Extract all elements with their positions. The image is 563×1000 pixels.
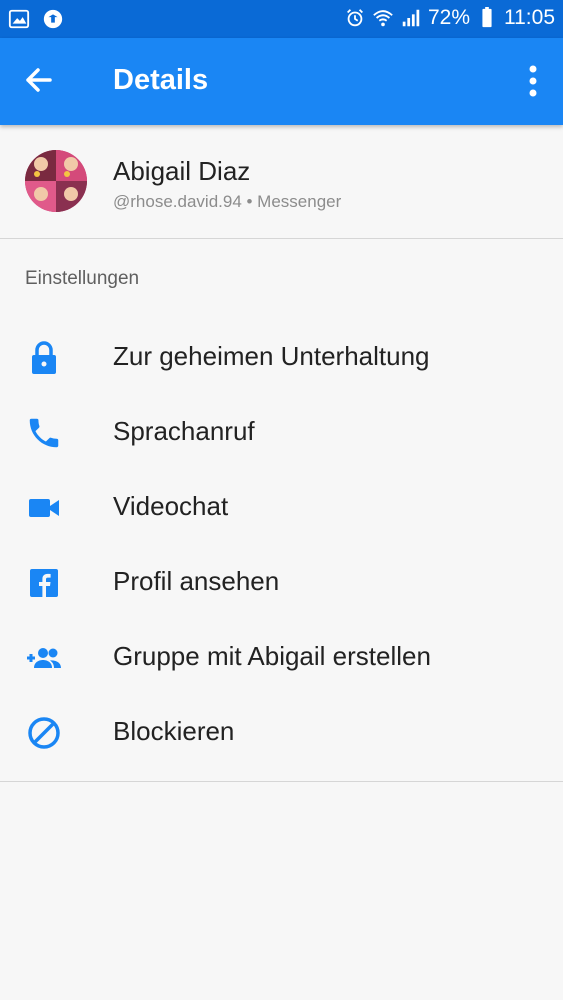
menu-item-label: Sprachanruf bbox=[113, 416, 255, 446]
add-group-icon bbox=[27, 648, 61, 668]
video-camera-icon bbox=[29, 499, 59, 517]
signal-icon bbox=[402, 9, 420, 27]
battery-icon bbox=[482, 7, 492, 28]
menu-item-label: Videochat bbox=[113, 491, 229, 521]
page-title: Details bbox=[113, 64, 209, 96]
phone-icon bbox=[29, 418, 59, 448]
wifi-icon bbox=[373, 10, 393, 27]
status-bar: 72% 11:05 bbox=[0, 0, 563, 38]
more-options-icon[interactable] bbox=[521, 64, 545, 98]
menu-item-secret-conversation[interactable]: Zur geheimen Unterhaltung bbox=[0, 320, 563, 395]
settings-menu: Zur geheimen Unterhaltung Sprachanruf Vi… bbox=[0, 320, 563, 770]
facebook-icon bbox=[30, 569, 58, 597]
menu-item-view-profile[interactable]: Profil ansehen bbox=[0, 545, 563, 620]
alarm-icon bbox=[346, 9, 363, 27]
menu-item-create-group[interactable]: Gruppe mit Abigail erstellen bbox=[0, 620, 563, 695]
profile-name: Abigail Diaz bbox=[113, 156, 251, 186]
menu-item-label: Profil ansehen bbox=[113, 566, 280, 596]
menu-item-voice-call[interactable]: Sprachanruf bbox=[0, 395, 563, 470]
app-bar: Details bbox=[0, 38, 563, 125]
profile-username: @rhose.david.94 • Messenger bbox=[113, 192, 342, 211]
menu-item-video-chat[interactable]: Videochat bbox=[0, 470, 563, 545]
lock-icon bbox=[32, 341, 56, 374]
profile-header[interactable]: Abigail Diaz @rhose.david.94 • Messenger bbox=[0, 125, 563, 238]
divider bbox=[0, 238, 563, 239]
menu-item-label: Gruppe mit Abigail erstellen bbox=[113, 641, 431, 671]
gallery-notification-icon bbox=[8, 9, 30, 29]
divider bbox=[0, 781, 563, 782]
clock: 11:05 bbox=[504, 6, 555, 29]
menu-item-block[interactable]: Blockieren bbox=[0, 695, 563, 770]
torrent-notification-icon bbox=[43, 9, 63, 29]
menu-item-label: Zur geheimen Unterhaltung bbox=[113, 341, 430, 371]
back-arrow-icon[interactable] bbox=[20, 60, 60, 100]
menu-item-label: Blockieren bbox=[113, 716, 235, 746]
section-title: Einstellungen bbox=[25, 268, 140, 289]
battery-percent: 72% bbox=[427, 6, 470, 29]
avatar bbox=[25, 150, 87, 212]
block-icon bbox=[28, 717, 60, 749]
